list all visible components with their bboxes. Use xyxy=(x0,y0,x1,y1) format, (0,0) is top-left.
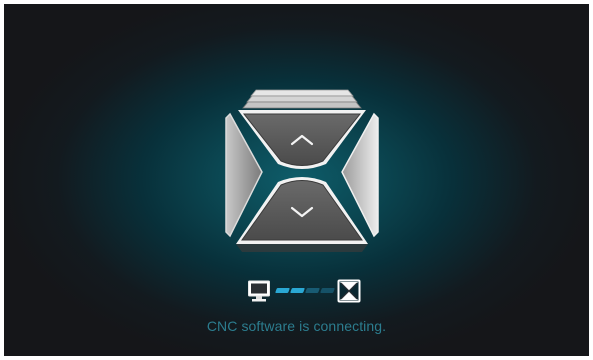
progress-segment xyxy=(275,288,290,293)
cnc-machine-icon xyxy=(337,279,361,303)
connection-screen: CNC software is connecting. xyxy=(4,4,589,356)
progress-segment xyxy=(320,288,335,293)
progress-segment xyxy=(305,288,320,293)
down-button[interactable] xyxy=(236,177,368,244)
connection-progress xyxy=(275,288,335,294)
progress-segment xyxy=(290,288,305,293)
stack-plates xyxy=(242,89,362,109)
connection-indicator xyxy=(247,279,362,303)
status-message: CNC software is connecting. xyxy=(206,318,387,334)
computer-monitor-icon xyxy=(247,279,271,303)
cnc-logo xyxy=(222,86,382,264)
up-button[interactable] xyxy=(238,110,366,169)
logo-base xyxy=(236,244,368,252)
